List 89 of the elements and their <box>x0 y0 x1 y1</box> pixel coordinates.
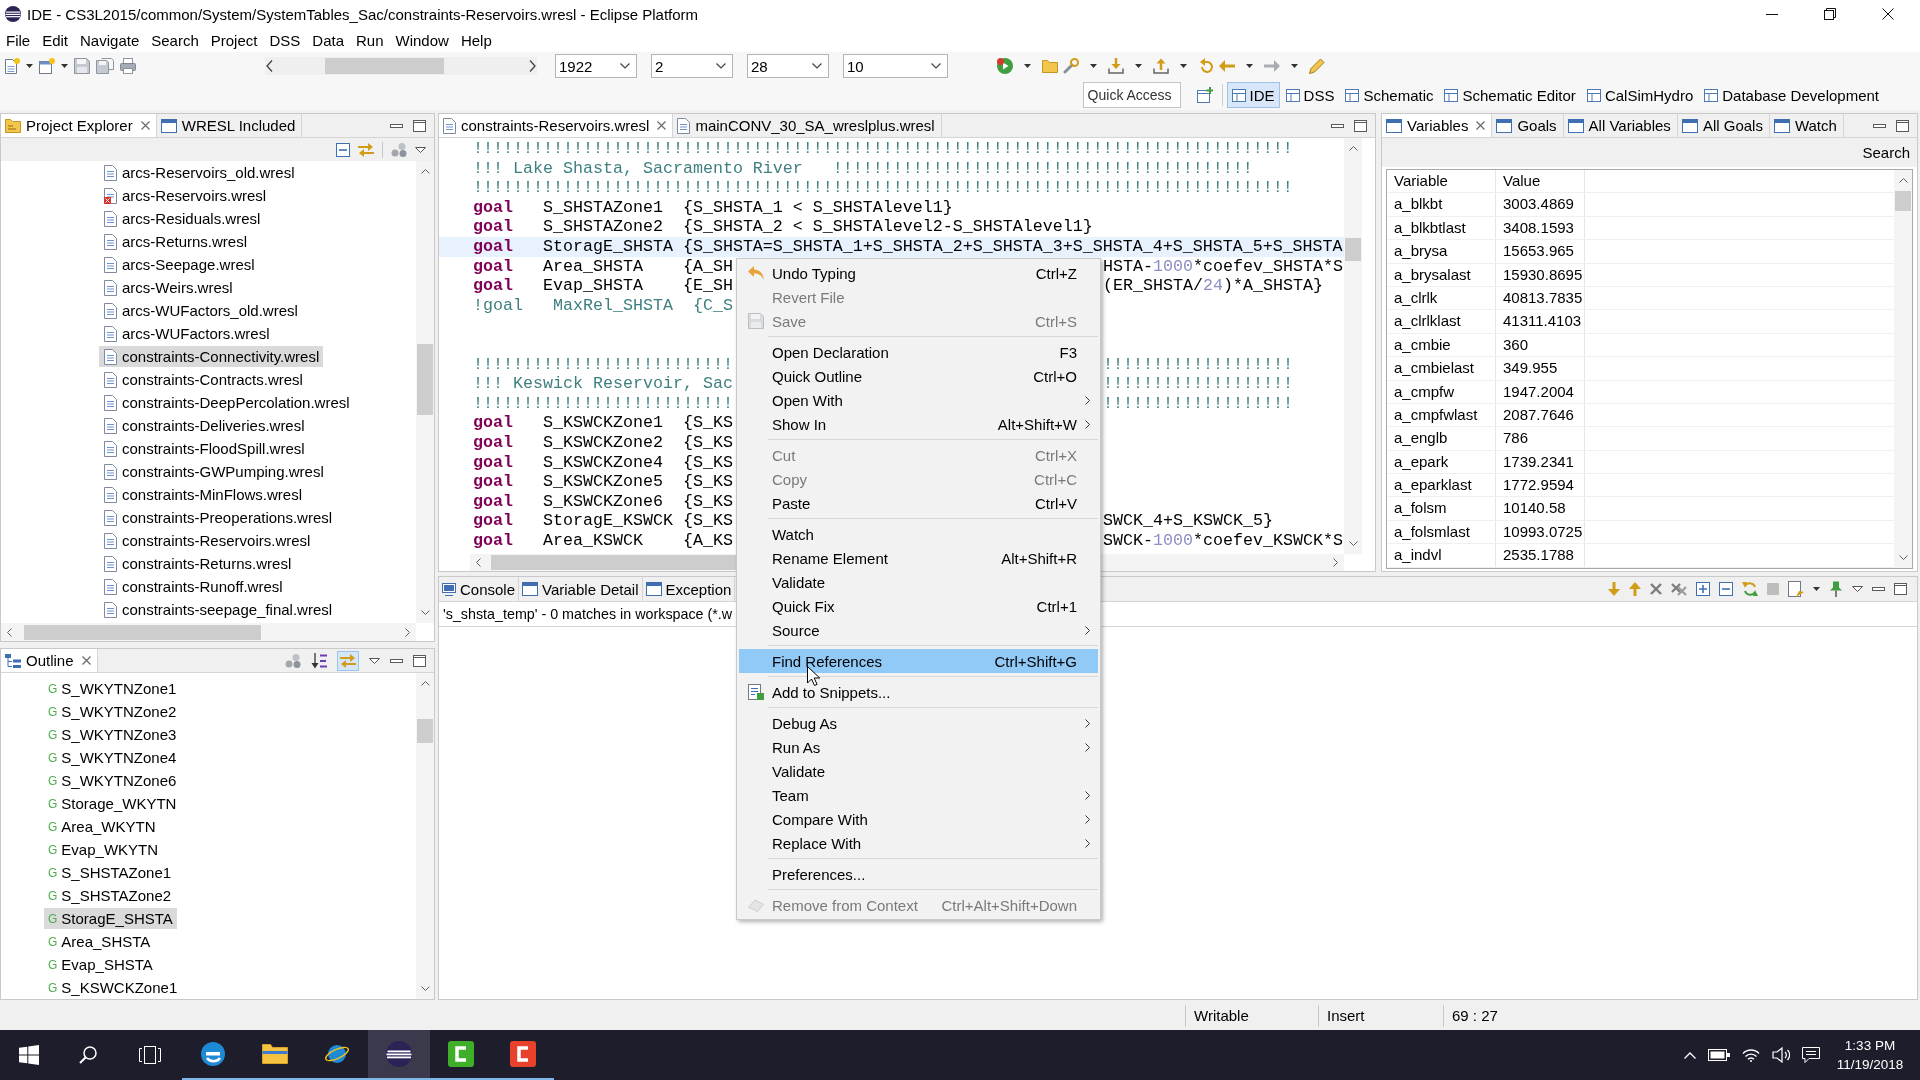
table-cell: 1772.9594 <box>1496 474 1585 497</box>
code-text: !!! Lake Shasta, Sacramento River !!!!!!!!!!!!!!!!!!!!!!!!!!!!!!!!!!!!!!!!!! <box>473 158 1253 179</box>
table-cell: 41311.4103 <box>1496 310 1585 333</box>
type-marker: G <box>48 796 58 811</box>
table-cell: 15653.965 <box>1496 240 1585 263</box>
table-cell: 349.955 <box>1496 357 1585 380</box>
shortcut-text: Ctrl+Z <box>1035 264 1077 282</box>
shortcut-text: Alt+Shift+W <box>997 415 1077 433</box>
table-cell: a_cmpfwlast <box>1387 403 1496 427</box>
table-cell: 40813.7835 <box>1496 286 1585 310</box>
table-cell: 786 <box>1496 427 1585 450</box>
code-text: (ER_SHSTA/24)*A_SHSTA} <box>1103 276 1323 296</box>
code-text: SWCK-1000*coefev_KSWCK*S <box>1103 530 1343 551</box>
table-cell: a_brysalast <box>1387 263 1496 286</box>
code-text: goal S_KSWCKZone1 {S_KS <box>473 413 733 433</box>
table-cell: a_blkbt <box>1387 193 1496 216</box>
table-cell: a_folsm <box>1387 497 1496 520</box>
shortcut-text: Alt+Shift+R <box>1001 549 1077 567</box>
type-marker: G <box>48 819 58 834</box>
type-marker: G <box>48 888 58 903</box>
status-text: Writable <box>1185 1005 1318 1027</box>
table-cell: a_cmpfw <box>1387 380 1496 403</box>
type-marker: G <box>48 773 58 788</box>
code-text: goal S_KSWCKZone5 {S_KS <box>473 472 733 492</box>
table-cell: a_eparklast <box>1387 474 1496 497</box>
shortcut-text: Ctrl+V <box>1034 494 1077 512</box>
status-text: 69 : 27 <box>1443 1005 1562 1027</box>
type-marker: G <box>48 911 58 926</box>
code-text: !!!!!!!!!!!!!!!!!!!!!!!!!!!!!!!!!!!!!!!!!!!!!!!!!!!!!!!!!!!!!!!!!!!!!!!!!!!!!!!!!! <box>473 139 1293 159</box>
shortcut-text: Ctrl+X <box>1034 446 1077 464</box>
table-cell: 10140.58 <box>1496 497 1585 520</box>
shortcut-text: Ctrl+Shift+G <box>994 652 1077 670</box>
shortcut-text: Ctrl+O <box>1033 367 1077 385</box>
table-cell: 1739.2341 <box>1496 450 1585 474</box>
type-marker: G <box>48 957 58 972</box>
type-marker: G <box>48 980 58 995</box>
table-cell: a_cmbielast <box>1387 357 1496 380</box>
code-text: !!!!!!!!!!!!!!!!!!! <box>1103 354 1293 375</box>
status-text: Insert <box>1318 1005 1443 1027</box>
shortcut-text: Ctrl+C <box>1034 470 1077 488</box>
code-text: goal S_KSWCKZone6 {S_KS <box>473 491 733 512</box>
table-cell: a_cmbie <box>1387 333 1496 357</box>
type-marker: G <box>48 727 58 742</box>
shortcut-text: Ctrl+1 <box>1036 597 1077 615</box>
table-cell: 3003.4869 <box>1496 193 1585 216</box>
table-cell: a_clrlk <box>1387 286 1496 310</box>
code-text: goal S_KSWCKZone4 {S_KS <box>473 452 733 473</box>
code-text: !!!!!!!!!!!!!!!!!!!!!!!!!! <box>473 354 733 375</box>
type-marker: G <box>48 750 58 765</box>
table-cell: 3408.1593 <box>1496 216 1585 240</box>
table-cell: a_folsmlast <box>1387 520 1496 544</box>
code-text: SWCK_4+S_KSWCK_5} <box>1103 511 1273 531</box>
table-cell: 10993.0725 <box>1496 520 1585 544</box>
code-text: goal StoragE_KSWCK {S_KS <box>473 511 733 531</box>
type-marker: G <box>48 934 58 949</box>
code-text: !!! Keswick Reservoir, Sac <box>473 374 733 394</box>
code-text: goal StoragE_SHSTA {S_SHSTA=S_SHSTA_1+S_SHSTA_2+S_SHSTA_3+S_SHSTA_4+S_SHSTA_5+S_SHSTA <box>473 236 1343 257</box>
table-cell: 360 <box>1496 333 1585 357</box>
type-marker: G <box>48 865 58 880</box>
table-cell: 2535.1788 <box>1496 544 1585 567</box>
table-cell: a_brysa <box>1387 240 1496 263</box>
table-cell: 15930.8695 <box>1496 263 1585 286</box>
code-text: !!!!!!!!!!!!!!!!!!! <box>1103 393 1293 414</box>
window-title: IDE - CS3L2015/common/System/SystemTables_Sac/constraints-Reservoirs.wresl - Eclipse Platform <box>27 5 700 23</box>
shortcut-text: Ctrl+Alt+Shift+Down <box>941 896 1077 914</box>
table-cell: a_englb <box>1387 427 1496 450</box>
table-cell: 2087.7646 <box>1496 403 1585 427</box>
shortcut-text: Ctrl+S <box>1034 312 1077 330</box>
search-result-text: 's_shsta_temp' - 0 matches in workspace (*.w <box>443 606 733 622</box>
code-text: goal S_KSWCKZone2 {S_KS <box>473 432 733 453</box>
code-text: goal Area_SHSTA {A_SH <box>473 256 733 277</box>
code-text: !!!!!!!!!!!!!!!!!!!!!!!!!!!!!!!!!!!!!!!!!!!!!!!!!!!!!!!!!!!!!!!!!!!!!!!!!!!!!!!!!! <box>473 178 1293 198</box>
code-text: goal S_SHSTAZone2 {S_SHSTA_2 < S_SHSTAlevel2-S_SHSTAlevel1} <box>473 217 1093 237</box>
code-text: !goal MaxRel_SHSTA {C_S <box>473 295 733 316</box>
shortcut-text: F3 <box>1059 343 1077 361</box>
table-cell: a_blkbtlast <box>1387 216 1496 240</box>
table-cell: a_clrlklast <box>1387 310 1496 333</box>
code-text: goal Area_KSWCK {A_KS <box>473 530 733 551</box>
code-text: HSTA-1000*coefev_SHSTA*S <box>1103 256 1343 277</box>
code-text: !!!!!!!!!!!!!!!!!!!!!!!!!! <box>473 393 733 414</box>
type-marker: G <box>48 681 58 696</box>
table-cell: a_epark <box>1387 450 1496 474</box>
code-text: goal S_SHSTAZone1 {S_SHSTA_1 < S_SHSTAlevel1} <box>473 197 953 218</box>
code-text: !!!!!!!!!!!!!!!!!!! <box>1103 374 1293 394</box>
type-marker: G <box>48 842 58 857</box>
table-cell: a_indvl <box>1387 544 1496 567</box>
code-text: goal Evap_SHSTA {E_SH <box>473 276 733 296</box>
table-cell: 1947.2004 <box>1496 380 1585 403</box>
type-marker: G <box>48 704 58 719</box>
